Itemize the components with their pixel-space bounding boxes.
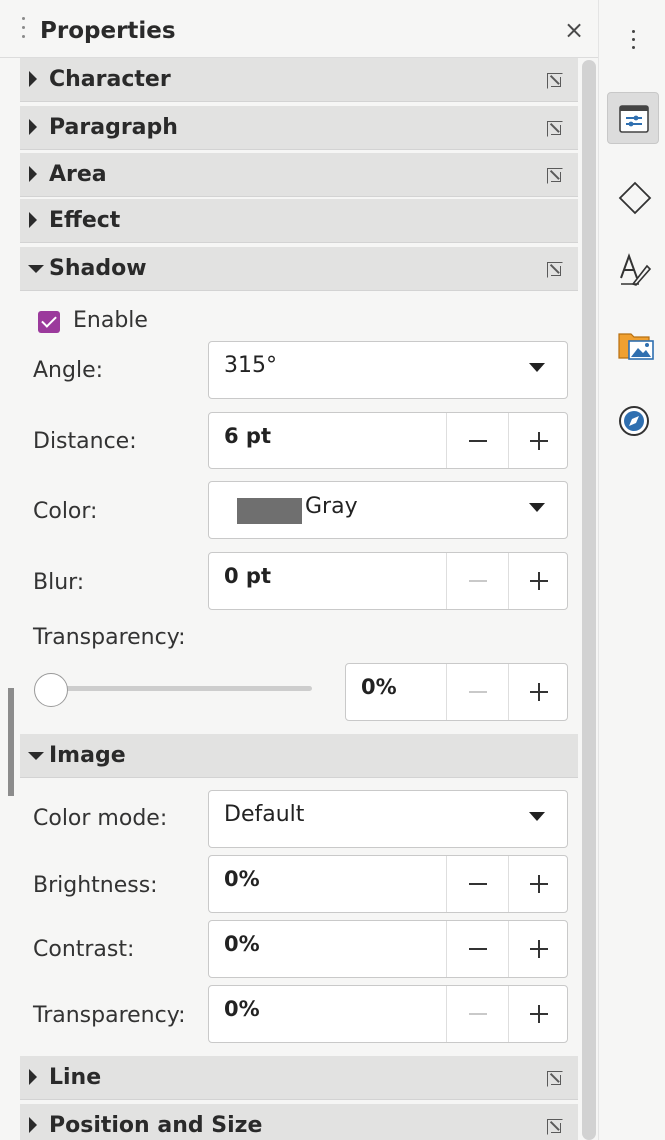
expand-arrow-icon [29, 71, 37, 87]
tab-shapes[interactable] [607, 170, 659, 222]
section-paragraph[interactable]: Paragraph [20, 106, 578, 150]
transparency-slider-handle[interactable] [34, 673, 68, 707]
section-label: Line [49, 1065, 102, 1090]
brightness-spinbox[interactable]: 0% [208, 855, 568, 913]
properties-icon [619, 105, 649, 133]
blur-spinbox[interactable]: 0 pt [208, 552, 568, 610]
increment-button[interactable] [508, 921, 568, 977]
more-options-icon[interactable] [547, 121, 563, 137]
distance-value: 6 pt [224, 424, 271, 448]
section-effect[interactable]: Effect [20, 199, 578, 243]
shapes-icon [618, 181, 652, 215]
chevron-down-icon [529, 363, 545, 372]
section-label: Paragraph [49, 115, 178, 140]
decrement-button[interactable] [446, 921, 506, 977]
angle-value: 315° [224, 353, 277, 378]
section-character[interactable]: Character [20, 58, 578, 102]
section-area[interactable]: Area [20, 153, 578, 197]
more-options-icon[interactable] [547, 73, 563, 89]
section-shadow[interactable]: Shadow [20, 247, 578, 291]
color-mode-label: Color mode: [33, 806, 168, 831]
color-mode-dropdown[interactable]: Default [208, 790, 568, 848]
sidebar-panel: Properties × Character Paragraph Area Ef… [0, 0, 598, 1140]
contrast-spinbox[interactable]: 0% [208, 920, 568, 978]
more-options-icon[interactable] [547, 262, 563, 278]
decrement-button[interactable] [446, 553, 506, 609]
tab-navigator[interactable] [607, 394, 659, 446]
increment-button[interactable] [508, 856, 568, 912]
expand-arrow-icon [29, 119, 37, 135]
shadow-enable-checkbox[interactable] [38, 311, 60, 333]
shadow-enable-label: Enable [73, 308, 148, 333]
section-label: Effect [49, 208, 121, 233]
expand-arrow-icon [29, 1069, 37, 1085]
more-options-icon[interactable] [547, 1119, 563, 1135]
brightness-value: 0% [224, 867, 260, 891]
more-options-icon[interactable] [547, 1071, 563, 1087]
gallery-icon [618, 333, 654, 360]
section-label: Position and Size [49, 1113, 263, 1138]
section-label: Image [49, 743, 126, 768]
blur-label: Blur: [33, 570, 85, 595]
decrement-button[interactable] [446, 664, 506, 720]
chevron-down-icon [529, 503, 545, 512]
contrast-label: Contrast: [33, 937, 135, 962]
collapse-arrow-icon [28, 265, 44, 273]
panel-content: Character Paragraph Area Effect Shadow E… [20, 58, 578, 1140]
more-options-icon[interactable] [547, 168, 563, 184]
tab-gallery[interactable] [607, 318, 659, 370]
section-label: Area [49, 162, 107, 187]
panel-titlebar: Properties × [0, 0, 598, 58]
vertical-scrollbar[interactable] [582, 60, 596, 1140]
styles-icon [620, 253, 652, 286]
tab-styles[interactable] [607, 242, 659, 294]
color-label: Color: [33, 499, 98, 524]
contrast-value: 0% [224, 932, 260, 956]
expand-arrow-icon [29, 1117, 37, 1133]
shadow-transparency-value: 0% [361, 675, 397, 699]
expand-arrow-icon [29, 212, 37, 228]
shadow-transparency-label: Transparency: [33, 625, 186, 650]
distance-spinbox[interactable]: 6 pt [208, 412, 568, 469]
shadow-color-dropdown[interactable]: Gray [208, 481, 568, 539]
tab-properties[interactable] [607, 92, 659, 144]
color-value: Gray [305, 494, 358, 519]
drag-grip-icon[interactable] [22, 17, 26, 41]
section-label: Character [49, 67, 171, 92]
increment-button[interactable] [508, 553, 568, 609]
collapse-arrow-icon [28, 752, 44, 760]
section-label: Shadow [49, 256, 147, 281]
chevron-down-icon [529, 812, 545, 821]
tabbar-menu-icon[interactable] [632, 30, 636, 54]
increment-button[interactable] [508, 986, 568, 1042]
increment-button[interactable] [508, 664, 568, 720]
distance-label: Distance: [33, 429, 137, 454]
image-transparency-spinbox[interactable]: 0% [208, 985, 568, 1043]
transparency-slider-track[interactable] [56, 686, 312, 691]
close-icon[interactable]: × [564, 18, 584, 42]
expand-arrow-icon [29, 166, 37, 182]
sidebar-resize-handle[interactable] [8, 688, 14, 796]
panel-title: Properties [40, 18, 176, 44]
shadow-transparency-spinbox[interactable]: 0% [345, 663, 568, 721]
image-transparency-value: 0% [224, 997, 260, 1021]
brightness-label: Brightness: [33, 873, 158, 898]
section-line[interactable]: Line [20, 1056, 578, 1100]
angle-dropdown[interactable]: 315° [208, 341, 568, 399]
color-swatch [237, 498, 302, 524]
increment-button[interactable] [508, 413, 568, 468]
navigator-icon [619, 406, 649, 436]
decrement-button[interactable] [446, 856, 506, 912]
color-mode-value: Default [224, 802, 305, 827]
decrement-button[interactable] [446, 986, 506, 1042]
blur-value: 0 pt [224, 564, 271, 588]
section-position-and-size[interactable]: Position and Size [20, 1104, 578, 1140]
sidebar-tabbar [598, 0, 665, 1140]
image-transparency-label: Transparency: [33, 1003, 186, 1028]
section-image[interactable]: Image [20, 734, 578, 778]
decrement-button[interactable] [446, 413, 506, 468]
angle-label: Angle: [33, 358, 104, 383]
